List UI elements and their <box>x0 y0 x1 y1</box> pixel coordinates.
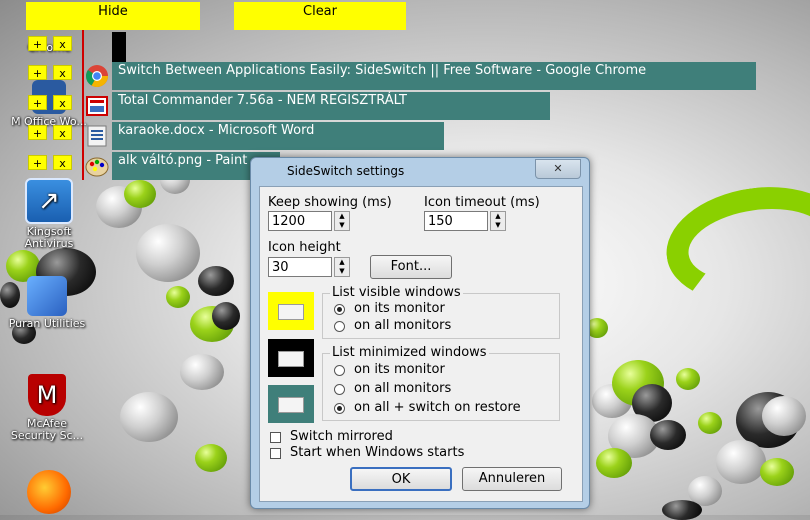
add-button[interactable]: + <box>28 95 47 110</box>
visible-color-swatch[interactable] <box>268 292 314 330</box>
minimized-switch-on-restore-radio[interactable] <box>334 403 345 414</box>
icon-height-spinner[interactable]: ▲ ▼ <box>334 257 350 277</box>
start-with-windows-label: Start when Windows starts <box>290 445 465 460</box>
keep-showing-spinner[interactable]: ▲ ▼ <box>334 211 350 231</box>
minimized-on-its-monitor-radio[interactable] <box>334 365 345 376</box>
switch-mirrored-checkbox[interactable] <box>270 432 281 443</box>
close-button[interactable]: x <box>53 155 72 170</box>
add-button[interactable]: + <box>28 36 47 51</box>
close-button[interactable]: x <box>53 125 72 140</box>
kingsoft-antivirus-icon: ↗ <box>25 178 73 224</box>
chrome-icon <box>84 64 110 88</box>
desktop-icon-label: Kingsoft Antivirus <box>24 225 74 250</box>
word-icon <box>84 124 110 148</box>
icon-height-input[interactable]: 30 <box>268 257 332 277</box>
firefox-icon <box>27 470 71 514</box>
add-button[interactable]: + <box>28 125 47 140</box>
window-title: Switch Between Applications Easily: Side… <box>112 62 756 90</box>
radio-label: on its monitor <box>354 301 445 316</box>
desktop-icon-office-word[interactable]: M Office Wo... <box>10 80 88 128</box>
desktop-icon-chrome[interactable]: Chrome <box>10 30 88 54</box>
total-commander-icon <box>84 94 110 118</box>
icon-timeout-input[interactable]: 150 <box>424 211 488 231</box>
visible-on-its-monitor-radio[interactable] <box>334 304 345 315</box>
font-button[interactable]: Font... <box>370 255 452 279</box>
icon-timeout-spinner[interactable]: ▲ ▼ <box>490 211 506 231</box>
desktop-icon-label: Puran Utilities <box>8 317 86 330</box>
swatch-preview <box>278 304 304 320</box>
minimized-on-all-monitors-radio[interactable] <box>334 384 345 395</box>
swatch-preview <box>278 351 304 367</box>
desktop-icon-firefox[interactable] <box>10 470 88 516</box>
settings-dialog: SideSwitch settings ✕ Keep showing (ms) … <box>250 157 590 509</box>
add-button[interactable]: + <box>28 65 47 80</box>
icon-height-label: Icon height <box>268 240 341 255</box>
radio-label: on all monitors <box>354 381 452 396</box>
paint-icon <box>84 154 110 178</box>
highlight-color-swatch[interactable] <box>268 385 314 423</box>
hide-button[interactable]: Hide <box>26 2 200 30</box>
keep-showing-input[interactable]: 1200 <box>268 211 332 231</box>
window-title: Total Commander 7.56a - NEM REGISZTRÁLT <box>112 92 550 120</box>
minimized-color-swatch[interactable] <box>268 339 314 377</box>
close-button[interactable]: x <box>53 65 72 80</box>
desktop-icon-label: McAfee Security Sc... <box>10 417 84 442</box>
desktop-icon-kingsoft[interactable]: ↗ Kingsoft Antivirus <box>10 178 88 250</box>
radio-label: on all + switch on restore <box>354 400 521 415</box>
ok-button[interactable]: OK <box>350 467 452 491</box>
add-button[interactable]: + <box>28 155 47 170</box>
close-button[interactable]: x <box>53 36 72 51</box>
radio-label: on all monitors <box>354 318 452 333</box>
swatch-preview <box>278 397 304 413</box>
cancel-button[interactable]: Annuleren <box>462 467 562 491</box>
switch-mirrored-label: Switch mirrored <box>290 429 393 444</box>
puran-utilities-icon <box>27 276 67 316</box>
black-marker <box>112 32 126 62</box>
start-with-windows-checkbox[interactable] <box>270 448 281 459</box>
visible-windows-title: List visible windows <box>330 285 463 300</box>
keep-showing-label: Keep showing (ms) <box>268 195 392 210</box>
clear-button[interactable]: Clear <box>234 2 406 30</box>
desktop-icon-puran[interactable]: Puran Utilities <box>8 276 86 330</box>
desktop-icon-label: M Office Wo... <box>11 115 87 128</box>
icon-timeout-label: Icon timeout (ms) <box>424 195 540 210</box>
desktop-icon-mcafee[interactable]: M McAfee Security Sc... <box>8 374 86 442</box>
dialog-title: SideSwitch settings <box>287 164 405 178</box>
desktop-icon-label: Chrome <box>27 41 71 54</box>
dialog-client-area: Keep showing (ms) 1200 ▲ ▼ Icon timeout (… <box>259 186 583 502</box>
close-icon[interactable]: ✕ <box>535 159 581 179</box>
visible-on-all-monitors-radio[interactable] <box>334 321 345 332</box>
close-button[interactable]: x <box>53 95 72 110</box>
minimized-windows-title: List minimized windows <box>330 345 489 360</box>
mcafee-icon: M <box>28 374 66 416</box>
radio-label: on its monitor <box>354 362 445 377</box>
window-title: karaoke.docx - Microsoft Word <box>112 122 444 150</box>
